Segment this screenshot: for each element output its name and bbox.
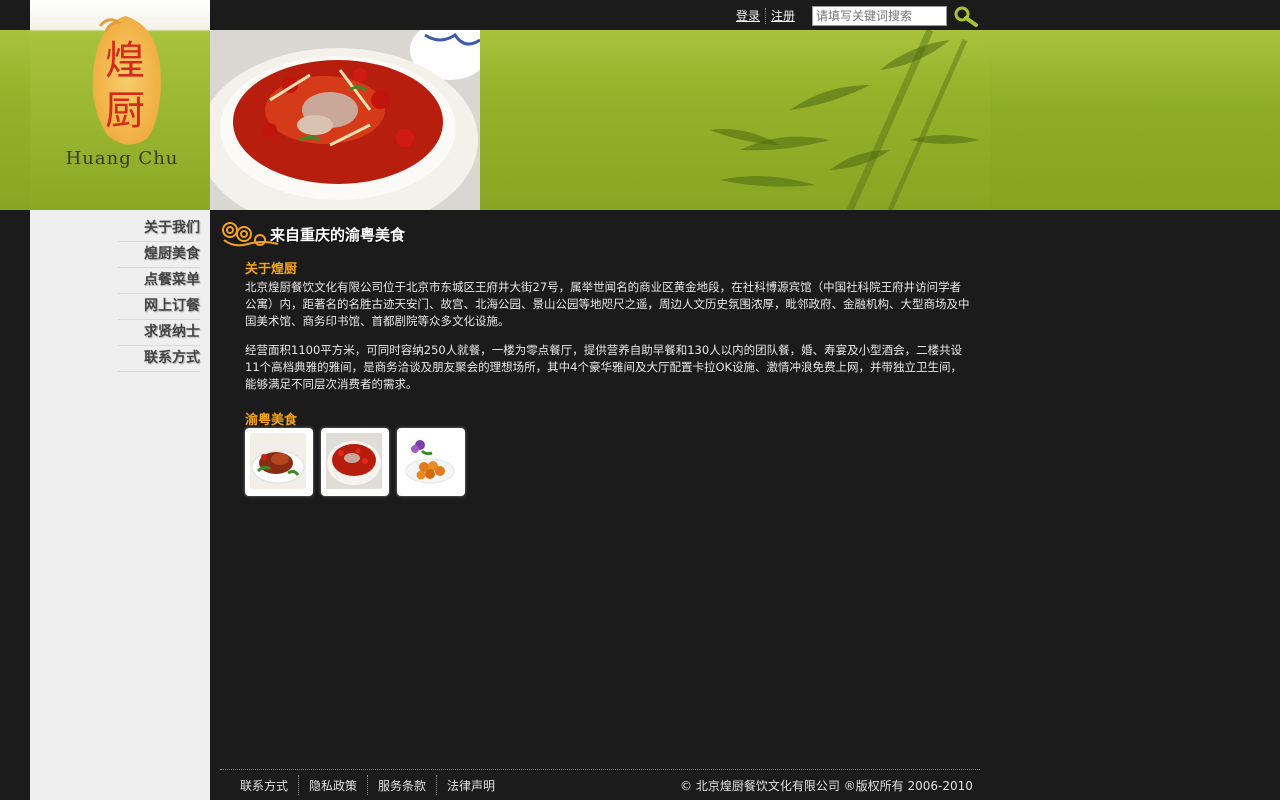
search-button[interactable] [952, 4, 980, 28]
food-thumbnail[interactable] [321, 428, 389, 496]
roast-duck-image [250, 433, 306, 489]
food-thumbnail[interactable] [245, 428, 313, 496]
section-heading-about: 关于煌厨 [245, 262, 298, 277]
fried-shrimp-image [402, 433, 458, 489]
hero-dish-photo [210, 30, 480, 210]
food-thumbnail[interactable] [397, 428, 465, 496]
footer-link-privacy[interactable]: 隐私政策 [299, 777, 367, 794]
logo-panel: 煌 厨 Huang Chu [30, 0, 210, 210]
sidebar-item-careers[interactable]: 求贤纳士 [118, 320, 200, 346]
logo-caption: Huang Chu [65, 148, 179, 169]
footer-links: 联系方式 隐私政策 服务条款 法律声明 [230, 775, 505, 795]
svg-text:煌: 煌 [105, 38, 145, 84]
login-link[interactable]: 登录 [736, 7, 760, 24]
footer-divider [220, 769, 980, 770]
footer-link-legal[interactable]: 法律声明 [437, 777, 505, 794]
svg-text:厨: 厨 [105, 88, 145, 134]
about-paragraph-2: 经营面积1100平方米，可同时容纳250人就餐，一楼为零点餐厅，提供营养自助早餐… [245, 343, 963, 391]
sidebar-item-menu[interactable]: 点餐菜单 [118, 268, 200, 294]
sidebar-item-about[interactable]: 关于我们 [118, 216, 200, 242]
sidebar: 关于我们 煌厨美食 点餐菜单 网上订餐 求贤纳士 联系方式 [30, 210, 210, 800]
sidebar-item-food[interactable]: 煌厨美食 [118, 242, 200, 268]
footer-link-contact[interactable]: 联系方式 [230, 777, 298, 794]
divider [765, 7, 767, 24]
search-icon [954, 6, 978, 27]
footer-link-terms[interactable]: 服务条款 [368, 777, 436, 794]
section-heading-food: 渝粤美食 [245, 413, 298, 428]
sidebar-item-online-order[interactable]: 网上订餐 [118, 294, 200, 320]
about-paragraph-1: 北京煌厨餐饮文化有限公司位于北京市东城区王府井大街27号，属举世闻名的商业区黄金… [245, 280, 970, 328]
sidebar-item-contact[interactable]: 联系方式 [118, 346, 200, 372]
banner-extension [990, 30, 1280, 210]
account-links: 登录 注册 [736, 7, 795, 24]
bamboo-decoration [710, 30, 980, 210]
page-title: 来自重庆的渝粤美食 [270, 226, 406, 244]
sidebar-nav: 关于我们 煌厨美食 点餐菜单 网上订餐 求贤纳士 联系方式 [118, 216, 200, 372]
main-content: 来自重庆的渝粤美食 关于煌厨 北京煌厨餐饮文化有限公司位于北京市东城区王府井大街… [210, 210, 990, 800]
search-input[interactable] [812, 6, 947, 26]
spicy-soup-image [326, 433, 382, 489]
register-link[interactable]: 注册 [771, 7, 795, 24]
copyright-text: © 北京煌厨餐饮文化有限公司 ®版权所有 2006-2010 [680, 779, 973, 793]
